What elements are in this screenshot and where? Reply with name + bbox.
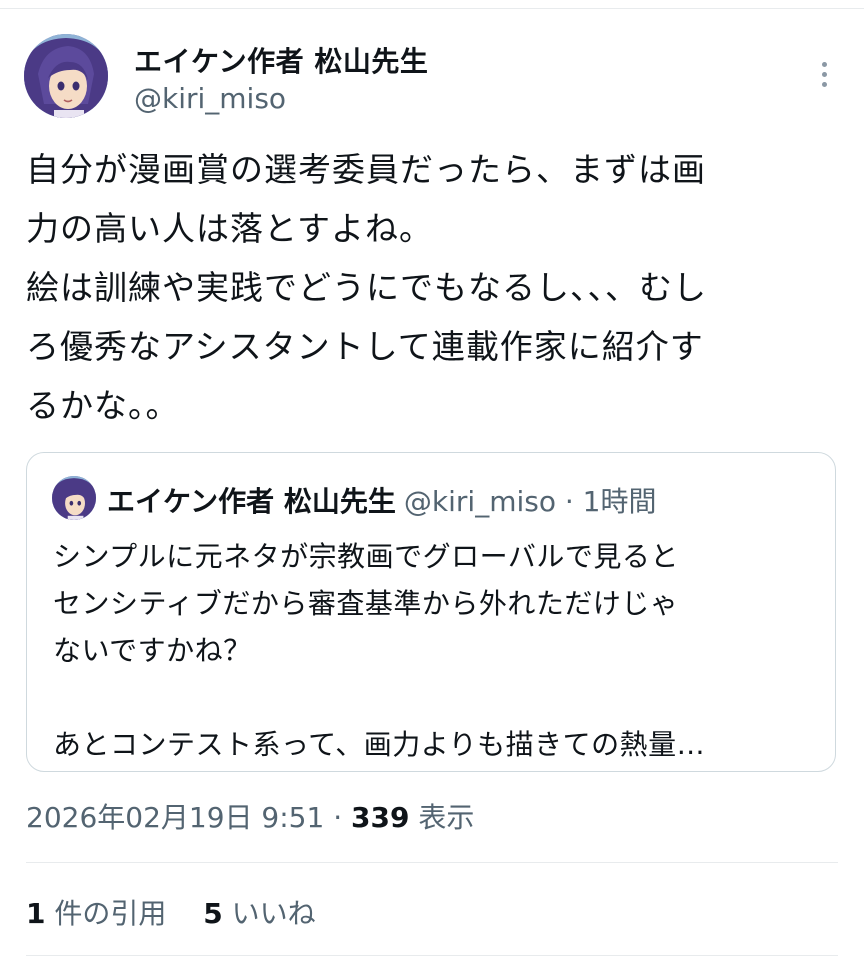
tweet-datetime[interactable]: 2026年02月19日 9:51 (26, 801, 324, 834)
quoted-tweet-card[interactable]: エイケン作者 松山先生 @kiri_miso · 1時間 シンプルに元ネタが宗教画… (26, 452, 836, 772)
author-name[interactable]: エイケン作者 松山先生 (134, 40, 428, 80)
quoted-text-line (53, 674, 823, 721)
quoted-text: シンプルに元ネタが宗教画でグローバルで見ると センシティブだから審査基準から外れ… (53, 533, 823, 768)
top-divider (0, 8, 864, 9)
quotes-link[interactable]: 1 件の引用 (26, 897, 166, 930)
quoted-author-name: エイケン作者 松山先生 (107, 485, 396, 518)
quoted-header: エイケン作者 松山先生 @kiri_miso · 1時間 (107, 480, 657, 520)
more-dot (821, 61, 827, 67)
tweet-text-line: 力の高い人は落とすよね。 (26, 209, 434, 248)
tweet-text-line: るかな。。 (26, 386, 180, 425)
quoted-text-line: センシティブだから審査基準から外れただけじゃ (53, 587, 679, 620)
views-label: 表示 (409, 801, 475, 834)
engagement-stats: 1 件の引用 5 いいね (26, 892, 344, 932)
author-avatar[interactable] (24, 34, 108, 118)
tweet-text-line: 絵は訓練や実践でどうにでもなるし、、、むし (26, 268, 707, 307)
divider (26, 955, 838, 956)
likes-count: 5 (203, 897, 223, 930)
more-dot (821, 81, 827, 87)
quoted-text-line: ないですかね？ (53, 634, 252, 667)
timestamp-row: 2026年02月19日 9:51 · 339 表示 (26, 796, 474, 836)
author-handle[interactable]: @kiri_miso (134, 82, 286, 115)
quoted-meta: @kiri_miso · 1時間 (403, 485, 657, 518)
quoted-text-line: シンプルに元ネタが宗教画でグローバルで見ると (53, 540, 679, 573)
quotes-label: 件の引用 (45, 897, 167, 930)
quotes-count: 1 (26, 897, 46, 930)
tweet-text-line: 自分が漫画賞の選考委員だったら、まずは画 (26, 150, 706, 189)
quoted-author-avatar (52, 476, 96, 520)
separator: · (324, 801, 351, 834)
likes-label: いいね (222, 897, 316, 930)
more-dot (821, 71, 827, 77)
tweet-header: エイケン作者 松山先生 @kiri_miso (24, 34, 840, 118)
tweet-text: 自分が漫画賞の選考委員だったら、まずは画 力の高い人は落とすよね。 絵は訓練や実… (26, 140, 842, 435)
quoted-text-line: あとコンテスト系って、画力よりも描きての熱量… (53, 728, 706, 761)
divider (26, 862, 838, 863)
likes-link[interactable]: 5 いいね (203, 897, 315, 930)
more-vertical-icon[interactable] (812, 54, 836, 94)
tweet-text-line: ろ優秀なアシスタントして連載作家に紹介す (26, 327, 704, 366)
views-count: 339 (351, 801, 410, 834)
